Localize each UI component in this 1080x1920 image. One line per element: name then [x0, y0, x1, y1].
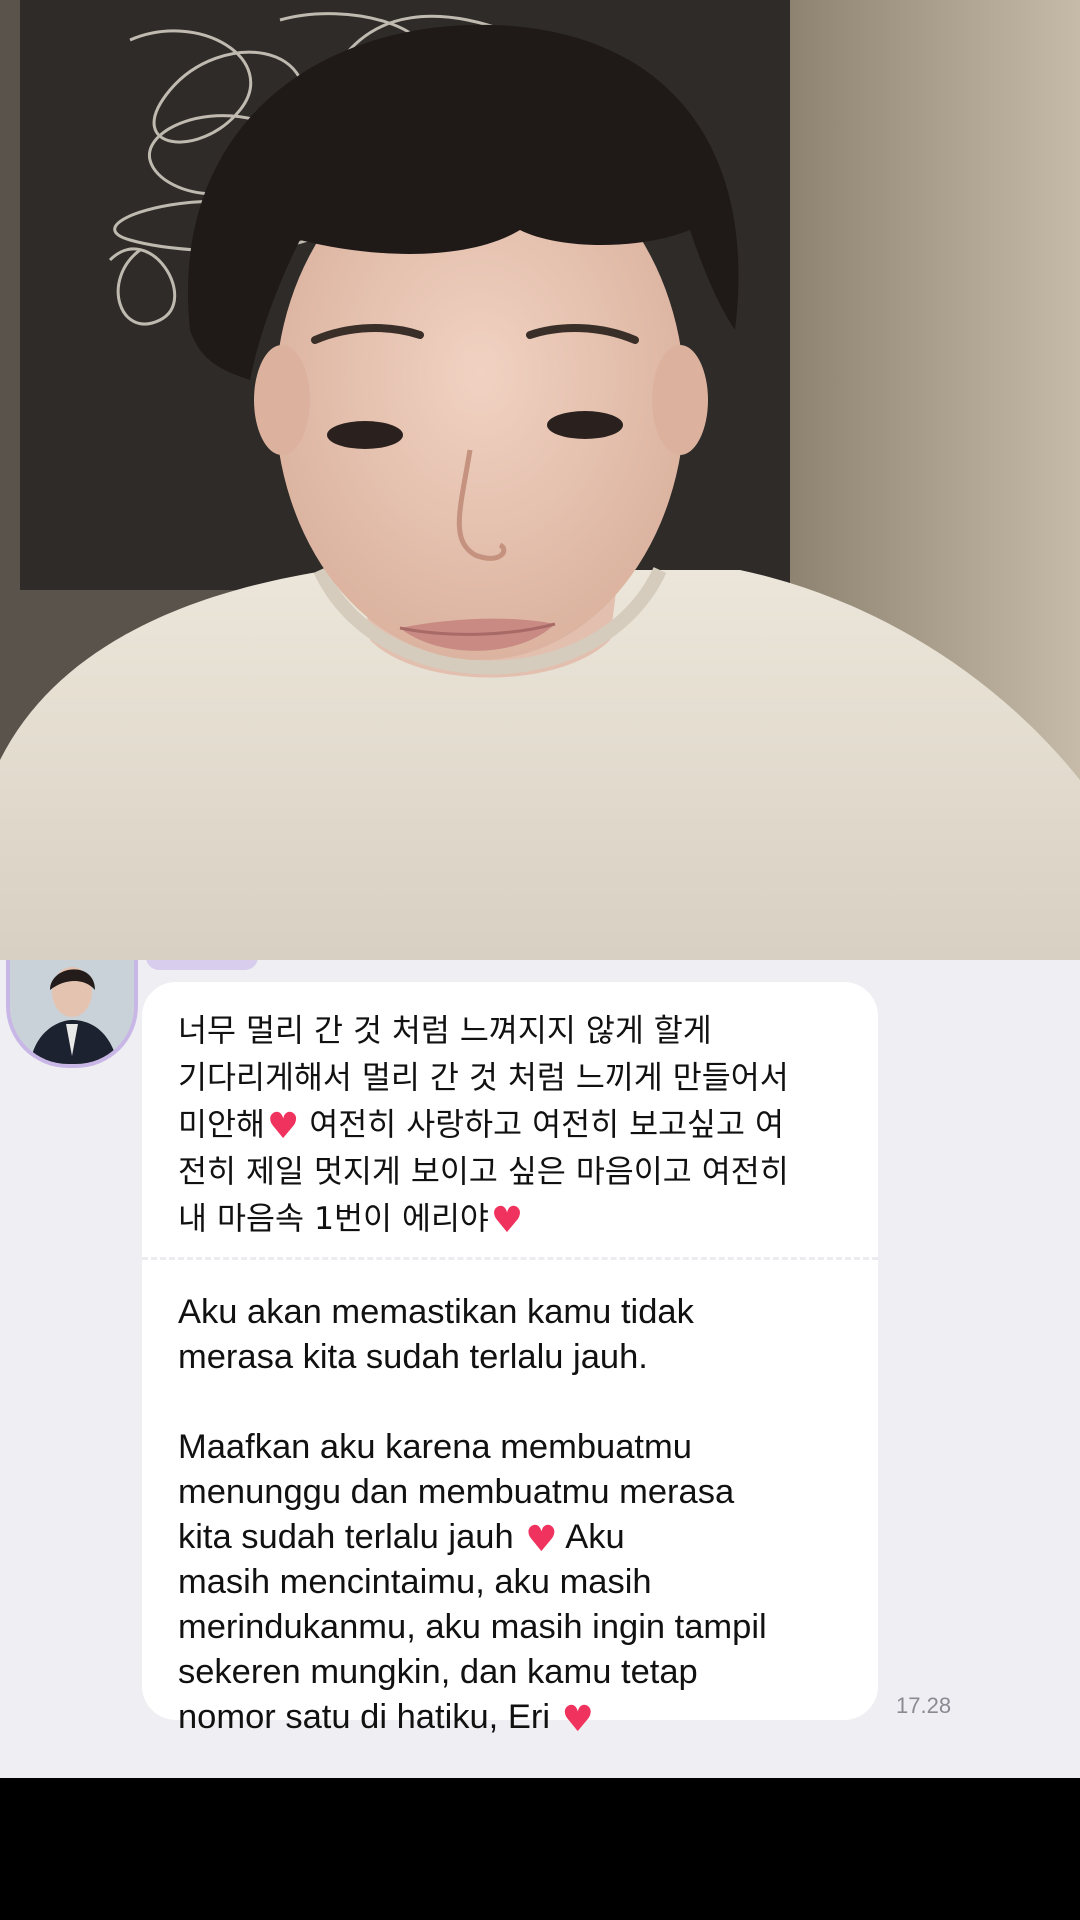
heart-icon: ♥ — [490, 1200, 524, 1241]
chat-panel: 너무 멀리 간 것 처럼 느껴지지 않게 할게 기다리게해서 멀리 간 것 처럼… — [0, 960, 1080, 1778]
message-line: Aku akan memastikan kamu tidak — [178, 1293, 694, 1331]
profile-avatar-icon[interactable] — [6, 960, 138, 1068]
message-korean: 너무 멀리 간 것 처럼 느껴지지 않게 할게 기다리게해서 멀리 간 것 처럼… — [178, 1008, 842, 1243]
sender-name-tag — [146, 960, 258, 970]
heart-icon: ♥ — [561, 1699, 594, 1740]
message-line: 너무 멀리 간 것 처럼 느껴지지 않게 할게 — [178, 1013, 712, 1049]
message-line: kita sudah terlalu jauh ♥ Aku — [178, 1515, 842, 1560]
translation-divider — [142, 1257, 878, 1260]
live-video-frame — [0, 0, 1080, 960]
message-text: Aku — [557, 1518, 625, 1556]
message-line: merindukanmu, aku masih ingin tampil — [178, 1608, 767, 1646]
message-text: 내 마음속 1번이 에리야 — [178, 1201, 489, 1237]
message-line: 기다리게해서 멀리 간 것 처럼 느끼게 만들어서 — [178, 1060, 789, 1096]
message-text: kita sudah terlalu jauh — [178, 1518, 524, 1556]
message-line: Maafkan aku karena membuatmu — [178, 1428, 692, 1466]
message-text: nomor satu di hatiku, Eri — [178, 1698, 560, 1736]
message-line: masih mencintaimu, aku masih — [178, 1563, 652, 1601]
message-line: merasa kita sudah terlalu jauh. — [178, 1338, 648, 1376]
message-line: sekeren mungkin, dan kamu tetap — [178, 1653, 698, 1691]
message-line: 미안해♥ 여전히 사랑하고 여전히 보고싶고 여 — [178, 1102, 842, 1149]
message-line: menunggu dan membuatmu merasa — [178, 1473, 735, 1511]
message-line: 내 마음속 1번이 에리야♥ — [178, 1196, 842, 1243]
heart-icon: ♥ — [525, 1519, 558, 1560]
message-indonesian: Aku akan memastikan kamu tidak merasa ki… — [178, 1290, 842, 1740]
heart-icon: ♥ — [266, 1106, 300, 1147]
message-line: nomor satu di hatiku, Eri ♥ — [178, 1695, 842, 1740]
message-text: 여전히 사랑하고 여전히 보고싶고 여 — [299, 1107, 785, 1143]
message-text: 미안해 — [178, 1107, 265, 1143]
bottom-black-bar — [0, 1778, 1080, 1920]
message-timestamp: 17.28 — [896, 1693, 952, 1718]
message-line: 전히 제일 멋지게 보이고 싶은 마음이고 여전히 — [178, 1154, 789, 1190]
video-still — [0, 0, 1080, 960]
message-bubble[interactable]: 너무 멀리 간 것 처럼 느껴지지 않게 할게 기다리게해서 멀리 간 것 처럼… — [142, 982, 878, 1738]
